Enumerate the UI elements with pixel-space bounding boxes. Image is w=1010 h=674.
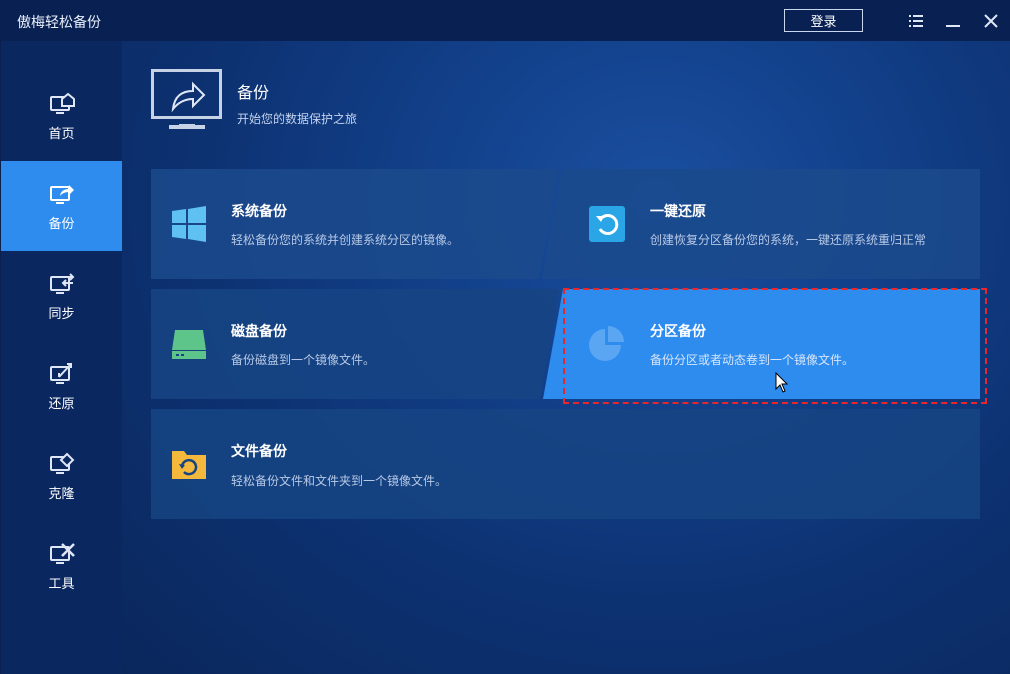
card-title: 一键还原 xyxy=(650,204,706,220)
clone-icon xyxy=(49,452,74,474)
title-bar: 傲梅轻松备份 登录 xyxy=(1,1,1010,41)
sidebar-item-label: 克隆 xyxy=(48,486,75,502)
home-icon xyxy=(49,92,75,114)
windows-icon xyxy=(172,206,206,242)
one-key-restore-card[interactable]: 一键还原 创建恢复分区备份您的系统，一键还原系统重归正常 xyxy=(562,169,980,279)
close-icon[interactable] xyxy=(981,11,1001,31)
sidebar-item-label: 工具 xyxy=(48,576,75,592)
sidebar-item-label: 备份 xyxy=(48,216,75,232)
card-desc: 创建恢复分区备份您的系统，一键还原系统重归正常 xyxy=(650,233,927,247)
card-title: 磁盘备份 xyxy=(231,324,287,340)
one-key-restore-icon xyxy=(589,206,625,242)
mouse-cursor-icon xyxy=(775,372,789,393)
sidebar-item-home[interactable]: 首页 xyxy=(1,71,122,161)
main-panel: 备份 开始您的数据保护之旅 系统备份 轻松备份您的系统并创建系统分区的镜像。 一… xyxy=(122,41,1010,674)
sidebar-item-clone[interactable]: 克隆 xyxy=(1,431,122,521)
sidebar-item-tools[interactable]: 工具 xyxy=(1,521,122,611)
backup-icon xyxy=(49,184,74,204)
sidebar: 首页 备份 同步 还原 克隆 工具 xyxy=(1,41,122,674)
card-title: 文件备份 xyxy=(231,444,287,460)
login-button[interactable]: 登录 xyxy=(784,9,863,32)
menu-icon[interactable] xyxy=(906,11,926,31)
sync-icon xyxy=(49,272,74,294)
system-backup-card[interactable]: 系统备份 轻松备份您的系统并创建系统分区的镜像。 xyxy=(151,169,551,279)
folder-icon xyxy=(172,451,206,479)
card-title: 系统备份 xyxy=(231,204,287,220)
sidebar-item-label: 首页 xyxy=(48,126,75,142)
sidebar-item-restore[interactable]: 还原 xyxy=(1,341,122,431)
backup-monitor-icon xyxy=(151,69,222,129)
sidebar-item-label: 同步 xyxy=(48,306,75,322)
app-window: 傲梅轻松备份 登录 首页 备份 同步 还原 克隆 工具 备份 开始您的数据保护之… xyxy=(0,0,1010,674)
disk-backup-card[interactable]: 磁盘备份 备份磁盘到一个镜像文件。 xyxy=(151,289,551,399)
sidebar-item-backup[interactable]: 备份 xyxy=(1,161,122,251)
restore-icon xyxy=(49,362,72,384)
file-backup-card[interactable]: 文件备份 轻松备份文件和文件夹到一个镜像文件。 xyxy=(151,409,980,519)
page-subtitle: 开始您的数据保护之旅 xyxy=(237,112,358,126)
card-desc: 轻松备份您的系统并创建系统分区的镜像。 xyxy=(231,233,460,247)
card-desc: 备份磁盘到一个镜像文件。 xyxy=(231,353,376,367)
card-desc: 轻松备份文件和文件夹到一个镜像文件。 xyxy=(231,474,448,488)
sidebar-item-label: 还原 xyxy=(48,396,75,412)
disk-icon xyxy=(172,330,206,359)
page-title: 备份 xyxy=(237,83,270,102)
app-title: 傲梅轻松备份 xyxy=(17,15,101,31)
sidebar-item-sync[interactable]: 同步 xyxy=(1,251,122,341)
tools-icon xyxy=(49,542,75,564)
minimize-icon[interactable] xyxy=(943,11,963,31)
